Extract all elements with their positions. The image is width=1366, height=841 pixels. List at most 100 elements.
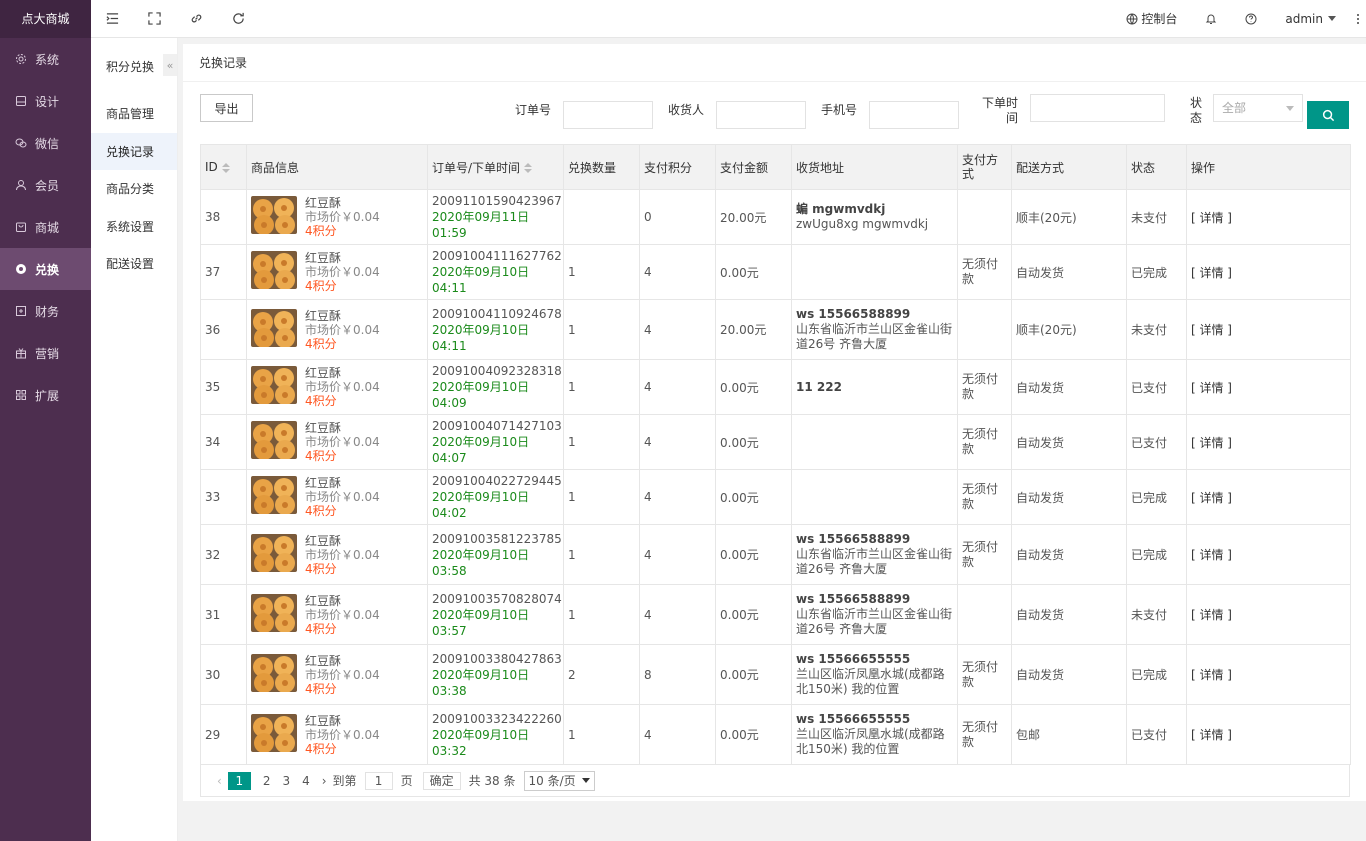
product-name: 红豆酥 [305, 593, 342, 608]
col-ship: 配送方式 [1011, 144, 1127, 190]
subnav-item[interactable]: 兑换记录 [91, 132, 177, 170]
order-number: 20091003380427863 [432, 651, 562, 666]
order-time-input[interactable] [1030, 94, 1165, 122]
sidebar-item[interactable]: 营销 [0, 332, 91, 374]
cell-pay-method: 无须付款 [957, 469, 1012, 525]
sidebar-item[interactable]: 商城 [0, 206, 91, 248]
subnav-item[interactable]: 系统设置 [91, 208, 177, 246]
cell-goods: 红豆酥 市场价￥0.04 4积分 [246, 644, 428, 705]
col-order[interactable]: 订单号/下单时间 [427, 144, 564, 190]
cell-goods: 红豆酥 市场价￥0.04 4积分 [246, 524, 428, 585]
order-no-input[interactable] [563, 101, 653, 129]
subnav-item[interactable]: 商品管理 [91, 95, 177, 133]
receiver-address: 山东省临沂市兰山区金雀山街道26号 齐鲁大厦 [796, 607, 953, 636]
sort-icon[interactable] [221, 162, 230, 173]
sidebar-item[interactable]: 兑换 [0, 248, 91, 290]
cell-ship: 自动发货 [1011, 524, 1127, 585]
detail-link[interactable]: [ 详情 ] [1191, 211, 1232, 225]
fullscreen-icon[interactable] [133, 0, 175, 38]
sort-icon[interactable] [524, 163, 533, 173]
console-link[interactable]: 控制台 [1112, 0, 1191, 38]
subnav-item[interactable]: 商品分类 [91, 170, 177, 208]
collapse-icon[interactable]: « [163, 54, 177, 76]
bell-icon[interactable] [1191, 0, 1231, 38]
cell-goods: 红豆酥 市场价￥0.04 4积分 [246, 359, 428, 415]
product-name: 红豆酥 [305, 713, 342, 728]
product-points: 4积分 [305, 561, 337, 576]
cell-op: [ 详情 ] [1186, 704, 1351, 765]
detail-link[interactable]: [ 详情 ] [1191, 266, 1232, 280]
help-icon[interactable] [1231, 0, 1271, 38]
page-number[interactable]: 3 [282, 774, 290, 788]
receiver-address: 兰山区临沂凤凰水城(成都路北150米) 我的位置 [796, 727, 945, 756]
col-amount: 支付金额 [715, 144, 792, 190]
receiver-info: ws 15566655555 [796, 652, 911, 666]
order-number: 20091003570828074 [432, 591, 562, 606]
detail-link[interactable]: [ 详情 ] [1191, 491, 1232, 505]
chevron-down-icon [1286, 106, 1294, 111]
product-thumbnail [251, 533, 297, 572]
order-time: 2020年09月10日 03:58 [432, 547, 530, 578]
detail-link[interactable]: [ 详情 ] [1191, 608, 1232, 622]
status-select[interactable]: 全部 [1213, 94, 1303, 122]
cell-ship: 自动发货 [1011, 359, 1127, 415]
sidebar-item-label: 兑换 [35, 262, 60, 277]
menu-toggle-icon[interactable] [91, 0, 133, 38]
goto-confirm-button[interactable]: 确定 [422, 771, 461, 790]
order-time: 2020年09月10日 03:38 [432, 667, 530, 698]
page-number[interactable]: 4 [302, 774, 310, 788]
sidebar-item[interactable]: 扩展 [0, 374, 91, 416]
sidebar-item[interactable]: 设计 [0, 80, 91, 122]
product-name: 红豆酥 [305, 308, 342, 323]
detail-link[interactable]: [ 详情 ] [1191, 323, 1232, 337]
detail-link[interactable]: [ 详情 ] [1191, 548, 1232, 562]
phone-input[interactable] [869, 101, 959, 129]
receiver-input[interactable] [716, 101, 806, 129]
detail-link[interactable]: [ 详情 ] [1191, 668, 1232, 682]
table-row: 29 红豆酥 市场价￥0.04 4积分 20091003323422260 2020年09… [200, 704, 1351, 765]
globe-icon [1126, 13, 1138, 24]
more-icon[interactable] [1350, 0, 1366, 38]
receiver-info: ws 15566588899 [796, 307, 911, 321]
sidebar-item[interactable]: 系统 [0, 38, 91, 80]
product-thumbnail [251, 196, 297, 234]
exchange-records-table: ID 商品信息 订单号/下单时间 兑换数量 支付积分 支付金额 收货地址 支付方… [200, 144, 1351, 765]
sidebar-item[interactable]: 财务 [0, 290, 91, 332]
product-name: 红豆酥 [305, 196, 342, 210]
top-bar: 控制台 admin [91, 0, 1366, 38]
page-number[interactable]: 1 [227, 771, 251, 790]
cell-points: 4 [639, 299, 716, 360]
page-number[interactable]: 2 [263, 774, 271, 788]
subnav-item[interactable]: 配送设置 [91, 245, 177, 283]
detail-link[interactable]: [ 详情 ] [1191, 381, 1232, 395]
cell-points: 4 [639, 469, 716, 525]
goto-page-input[interactable]: 1 [364, 771, 393, 790]
link-icon[interactable] [175, 0, 217, 38]
cell-points: 0 [639, 189, 716, 245]
sidebar-item[interactable]: 会员 [0, 164, 91, 206]
refresh-icon[interactable] [217, 0, 259, 38]
grid-icon [15, 389, 27, 401]
order-time: 2020年09月10日 04:09 [432, 380, 530, 410]
order-time: 2020年09月10日 04:11 [432, 322, 530, 353]
next-page-icon[interactable]: › [322, 774, 327, 788]
col-id[interactable]: ID [200, 144, 247, 190]
detail-link[interactable]: [ 详情 ] [1191, 436, 1232, 450]
export-button[interactable]: 导出 [200, 94, 253, 122]
user-menu[interactable]: admin [1271, 0, 1350, 38]
cell-pay-method [957, 299, 1012, 360]
page-size-select[interactable]: 10 条/页 [523, 770, 595, 791]
sub-navigation: 积分兑换 « 商品管理 兑换记录 商品分类 系统设置 配送设置 [91, 38, 178, 841]
sidebar-item[interactable]: 微信 [0, 122, 91, 164]
order-no-label: 订单号 [515, 103, 552, 117]
cell-pay-method: 无须付款 [957, 704, 1012, 765]
cell-points: 4 [639, 524, 716, 585]
search-button[interactable] [1307, 101, 1349, 129]
gear-icon [15, 53, 27, 65]
prev-page-icon[interactable]: ‹ [217, 774, 222, 788]
detail-link[interactable]: [ 详情 ] [1191, 728, 1232, 742]
main-sidebar: 点大商城 系统 设计 微信 会员 商城 兑换 财务 营销 扩展 [0, 0, 91, 841]
order-time: 2020年09月10日 03:57 [432, 607, 530, 638]
table-row: 30 红豆酥 市场价￥0.04 4积分 20091003380427863 2020年09… [200, 644, 1351, 705]
sidebar-item-label: 扩展 [35, 388, 60, 403]
